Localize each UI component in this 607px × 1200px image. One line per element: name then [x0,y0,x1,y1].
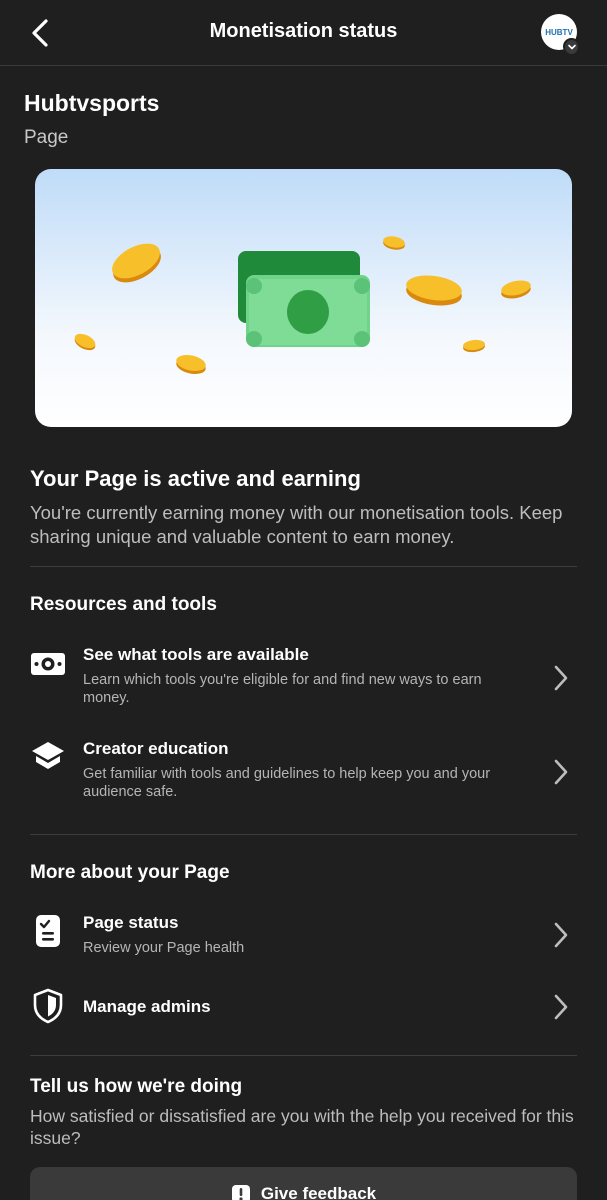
coin-icon [112,243,161,283]
monetisation-illustration [35,169,572,427]
divider [30,566,577,567]
status-title: Your Page is active and earning [30,466,361,491]
row-title: Manage admins [83,997,211,1016]
row-subtitle: Review your Page health [83,940,245,956]
coin-icon [463,339,485,353]
row-see-tools[interactable]: See what tools are available Learn which… [30,645,577,715]
section-title-resources: Resources and tools [30,594,217,615]
chevron-down-icon [567,44,576,49]
top-bar: Monetisation status HUBTV [0,0,607,66]
avatar-logo-text: HUBTV [545,27,573,37]
chevron-right-icon [551,992,571,1022]
row-title: Page status [83,913,179,932]
divider [30,1055,577,1056]
chevron-right-icon [551,757,571,787]
give-feedback-button[interactable]: Give feedback [30,1167,577,1200]
row-subtitle: Learn which tools you're eligible for an… [83,672,482,706]
section-title-more: More about your Page [30,862,230,883]
coin-icon [74,333,96,351]
row-manage-admins[interactable]: Manage admins [30,988,577,1028]
coin-icon [176,355,206,374]
page-name: Hubtvsports [24,90,160,116]
row-title: See what tools are available [83,645,309,664]
coin-icon [501,280,531,299]
clipboard-check-icon [30,913,66,949]
status-description: You're currently earning money with our … [30,502,563,547]
banknote-icon [238,251,370,347]
shield-icon [30,988,66,1024]
chevron-right-icon [551,920,571,950]
row-title: Creator education [83,739,229,758]
give-feedback-label: Give feedback [260,1184,377,1200]
chevron-down-badge [563,38,580,55]
row-page-status[interactable]: Page status Review your Page health [30,913,577,963]
profile-switcher[interactable]: HUBTV [541,14,581,55]
divider [30,834,577,835]
feedback-title: Tell us how we're doing [30,1076,243,1097]
alert-icon [231,1185,250,1200]
graduation-cap-icon [30,739,66,775]
coin-icon [383,236,405,250]
money-icon [30,645,66,681]
page-type-label: Page [24,127,69,148]
coin-icon [406,275,462,306]
row-subtitle: Get familiar with tools and guidelines t… [83,766,491,800]
page-title: Monetisation status [209,20,398,42]
chevron-right-icon [551,663,571,693]
row-creator-education[interactable]: Creator education Get familiar with tool… [30,739,577,809]
feedback-description: How satisfied or dissatisfied are you wi… [30,1106,574,1148]
